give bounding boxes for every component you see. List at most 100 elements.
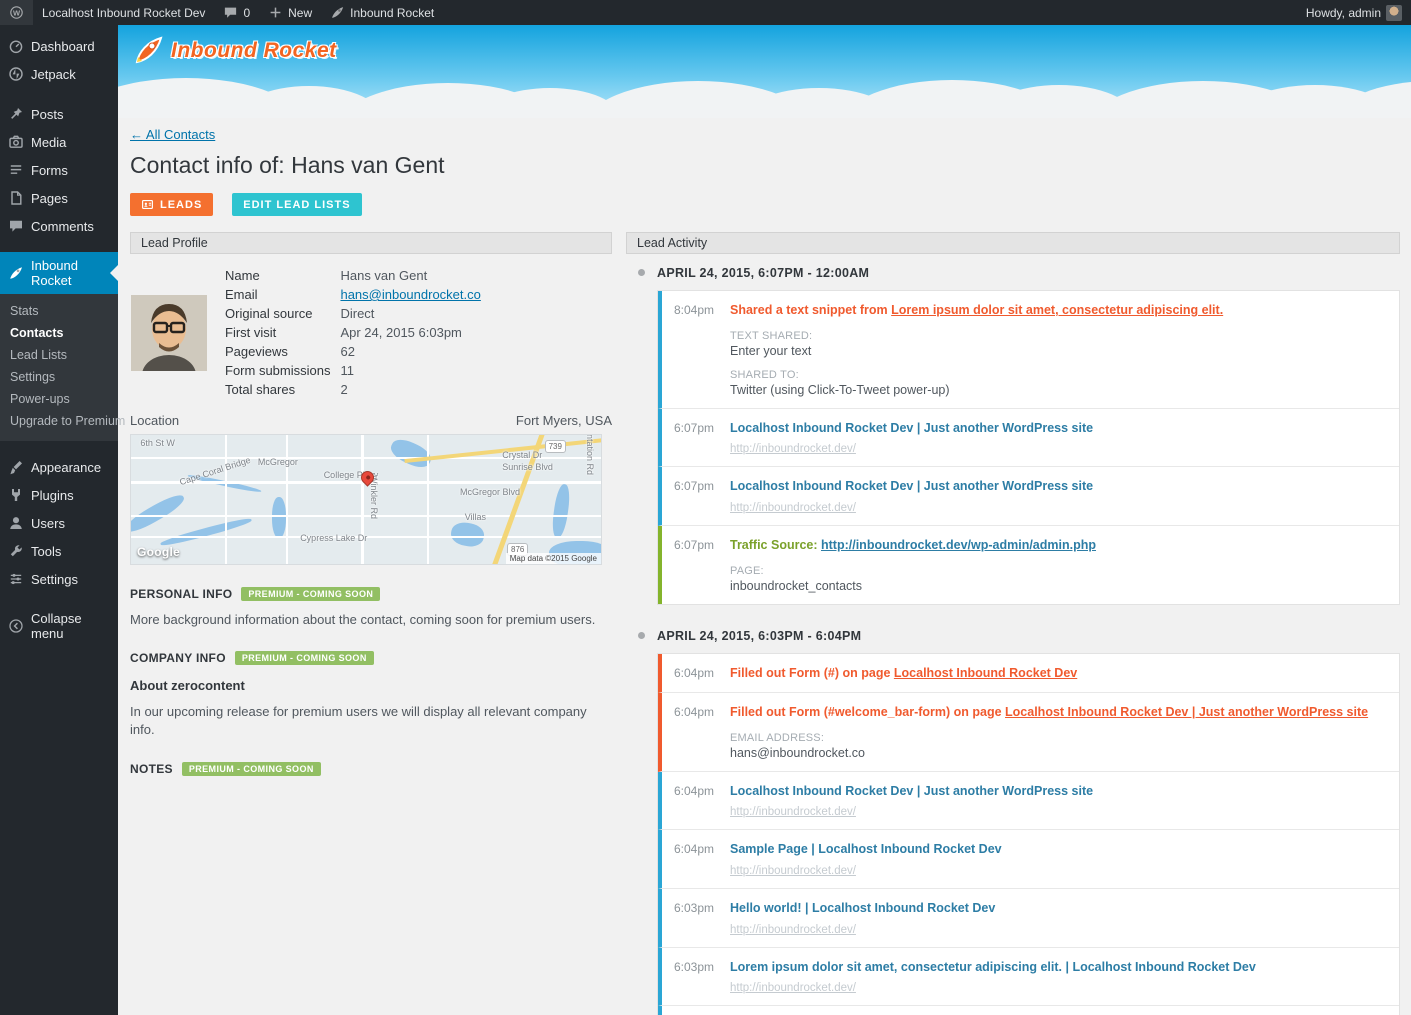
- sidebar-item-label: Plugins: [31, 488, 74, 503]
- pageview-url-link[interactable]: http://inboundrocket.dev/: [730, 443, 856, 455]
- pageview-url-link[interactable]: http://inboundrocket.dev/: [730, 924, 856, 936]
- pageview-title-link[interactable]: Hello world! | Localhost Inbound Rocket …: [730, 901, 995, 917]
- entry-title: Shared a text snippet from Lorem ipsum d…: [730, 302, 1387, 319]
- profile-field-label: Total shares: [225, 380, 340, 399]
- entry-title: Filled out Form (#) on page Localhost In…: [730, 665, 1387, 682]
- profile-field-value: hans@inboundrocket.co: [340, 285, 480, 304]
- sidebar-item-comments[interactable]: Comments: [0, 212, 118, 240]
- new-menu[interactable]: New: [259, 0, 321, 25]
- entry-body: Filled out Form (#welcome_bar-form) on p…: [730, 704, 1387, 760]
- email-link[interactable]: hans@inboundrocket.co: [340, 287, 480, 302]
- sidebar-item-inbound-rocket[interactable]: Inbound Rocket: [0, 252, 118, 294]
- sidebar-item-pages[interactable]: Pages: [0, 184, 118, 212]
- comments-menu[interactable]: 0: [214, 0, 259, 25]
- entry-time: 6:04pm: [674, 665, 730, 682]
- profile-field-value: Apr 24, 2015 6:03pm: [340, 323, 480, 342]
- edit-lead-lists-label: EDIT LEAD LISTS: [243, 199, 350, 211]
- activity-entries: 8:04pmShared a text snippet from Lorem i…: [657, 290, 1400, 605]
- premium-badge: PREMIUM - COMING SOON: [235, 651, 374, 665]
- inbound-rocket-toolbar-menu[interactable]: Inbound Rocket: [321, 0, 443, 25]
- sidebar-item-settings[interactable]: Settings: [0, 565, 118, 593]
- leads-card-icon: [141, 198, 154, 211]
- admin-bar: Localhost Inbound Rocket Dev 0 New Inbou…: [0, 0, 1411, 25]
- entry-body: Localhost Inbound Rocket Dev | Just anot…: [730, 478, 1387, 514]
- pageview-url-link[interactable]: http://inboundrocket.dev/: [730, 806, 856, 818]
- premium-badge: PREMIUM - COMING SOON: [241, 587, 380, 601]
- location-map[interactable]: McGregor Villas Cypress Lake Dr College …: [130, 434, 602, 565]
- entry-body: Sample Page | Localhost Inbound Rocket D…: [730, 841, 1387, 877]
- comments-count: 0: [243, 6, 250, 20]
- new-label: New: [288, 6, 312, 20]
- submenu-item-contacts[interactable]: Contacts: [0, 322, 118, 344]
- entry-body: Localhost Inbound Rocket Dev | Just anot…: [730, 783, 1387, 819]
- entry-detail-label: PAGE:: [730, 565, 1387, 577]
- comments-icon: [8, 218, 24, 234]
- sidebar-item-label: Settings: [31, 572, 78, 587]
- activity-entry: 6:04pmFilled out Form (#) on page Localh…: [658, 654, 1399, 694]
- pageview-url-link[interactable]: http://inboundrocket.dev/: [730, 982, 856, 994]
- menu-separator: [0, 441, 118, 453]
- submenu-item-upgrade-to-premium[interactable]: Upgrade to Premium: [0, 410, 118, 432]
- submenu-item-stats[interactable]: Stats: [0, 300, 118, 322]
- wp-logo-menu[interactable]: [0, 0, 33, 25]
- submenu-item-power-ups[interactable]: Power-ups: [0, 388, 118, 410]
- edit-lead-lists-button[interactable]: EDIT LEAD LISTS: [232, 193, 361, 216]
- sidebar-item-posts[interactable]: Posts: [0, 100, 118, 128]
- entry-title: Traffic Source: http://inboundrocket.dev…: [730, 537, 1387, 554]
- sidebar-item-users[interactable]: Users: [0, 509, 118, 537]
- sidebar-item-forms[interactable]: Forms: [0, 156, 118, 184]
- admin-sidebar: DashboardJetpack PostsMediaFormsPagesComm…: [0, 25, 118, 1015]
- sidebar-item-media[interactable]: Media: [0, 128, 118, 156]
- section-heading: NOTESPREMIUM - COMING SOON: [130, 762, 612, 776]
- entry-time: 6:07pm: [674, 537, 730, 593]
- sidebar-item-appearance[interactable]: Appearance: [0, 453, 118, 481]
- pageview-url-link[interactable]: http://inboundrocket.dev/: [730, 865, 856, 877]
- account-menu[interactable]: Howdy, admin: [1297, 0, 1411, 25]
- cloud-base: [118, 108, 1411, 118]
- activity-entry: 8:04pmShared a text snippet from Lorem i…: [658, 291, 1399, 409]
- forms-icon: [8, 162, 24, 178]
- entry-body: Lorem ipsum dolor sit amet, consectetur …: [730, 959, 1387, 995]
- all-contacts-link[interactable]: ← All Contacts: [130, 127, 215, 142]
- pageview-title-link[interactable]: Lorem ipsum dolor sit amet, consectetur …: [730, 960, 1256, 976]
- entry-detail-value: hans@inboundrocket.co: [730, 746, 1387, 760]
- sidebar-item-tools[interactable]: Tools: [0, 537, 118, 565]
- entry-title: Localhost Inbound Rocket Dev | Just anot…: [730, 783, 1387, 800]
- entry-link[interactable]: Lorem ipsum dolor sit amet, consectetur …: [891, 303, 1223, 317]
- pageview-title-link[interactable]: Localhost Inbound Rocket Dev | Just anot…: [730, 479, 1093, 495]
- rocket-icon: [8, 265, 24, 281]
- route-shield: 739: [545, 440, 566, 453]
- entry-title: Sample Page | Localhost Inbound Rocket D…: [730, 841, 1387, 858]
- activity-entries: 6:04pmFilled out Form (#) on page Localh…: [657, 653, 1400, 1015]
- leads-button[interactable]: LEADS: [130, 193, 213, 216]
- entry-text: Shared a text snippet from: [730, 303, 891, 317]
- submenu-item-settings[interactable]: Settings: [0, 366, 118, 388]
- wordpress-icon: [9, 5, 24, 20]
- sidebar-item-plugins[interactable]: Plugins: [0, 481, 118, 509]
- entry-link[interactable]: http://inboundrocket.dev/wp-admin/admin.…: [821, 538, 1096, 552]
- entry-body: Hello world! | Localhost Inbound Rocket …: [730, 900, 1387, 936]
- sidebar-item-dashboard[interactable]: Dashboard: [0, 32, 118, 60]
- profile-field-row: Form submissions11: [225, 361, 481, 380]
- entry-link[interactable]: Localhost Inbound Rocket Dev | Just anot…: [1005, 705, 1368, 719]
- submenu-item-lead-lists[interactable]: Lead Lists: [0, 344, 118, 366]
- pageview-title-link[interactable]: Localhost Inbound Rocket Dev | Just anot…: [730, 784, 1093, 800]
- pageview-title-link[interactable]: Localhost Inbound Rocket Dev | Just anot…: [730, 421, 1093, 437]
- profile-field-row: Pageviews62: [225, 342, 481, 361]
- inbound-rocket-toolbar-label: Inbound Rocket: [350, 6, 434, 20]
- profile-field-row: Emailhans@inboundrocket.co: [225, 285, 481, 304]
- entry-detail-value: inboundrocket_contacts: [730, 579, 1387, 593]
- map-attribution: Map data ©2015 Google: [506, 553, 601, 564]
- map-road: [286, 435, 288, 564]
- profile-field-label: Original source: [225, 304, 340, 323]
- submenu-inbound-rocket: StatsContactsLead ListsSettingsPower-ups…: [0, 294, 118, 441]
- pageview-url-link[interactable]: http://inboundrocket.dev/: [730, 502, 856, 514]
- sidebar-item-collapse-menu[interactable]: Collapse menu: [0, 605, 118, 647]
- site-name-menu[interactable]: Localhost Inbound Rocket Dev: [33, 0, 214, 25]
- pageview-title-link[interactable]: Sample Page | Localhost Inbound Rocket D…: [730, 842, 1002, 858]
- pages-icon: [8, 190, 24, 206]
- logo-text: Inbound Rocket: [171, 39, 337, 63]
- entry-link[interactable]: Localhost Inbound Rocket Dev: [894, 666, 1077, 680]
- sidebar-item-jetpack[interactable]: Jetpack: [0, 60, 118, 88]
- profile-field-label: Pageviews: [225, 342, 340, 361]
